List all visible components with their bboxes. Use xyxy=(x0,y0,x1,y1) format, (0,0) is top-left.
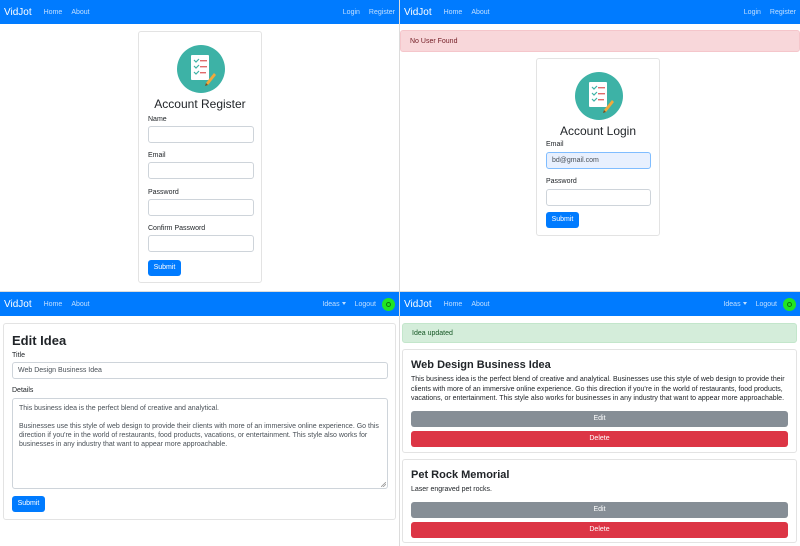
brand[interactable]: VidJot xyxy=(404,7,432,18)
user-avatar-icon[interactable] xyxy=(382,297,395,311)
edit-submit-button[interactable]: Submit xyxy=(12,496,45,512)
nav-home-link[interactable]: Home xyxy=(44,301,63,308)
edit-idea-screen: VidJot Home About Ideas Logout Edit Idea… xyxy=(0,292,399,546)
caret-down-icon xyxy=(742,302,747,306)
nav-ideas-dropdown[interactable]: Ideas xyxy=(322,300,346,308)
ideas-list-screen: VidJot Home About Ideas Logout Idea upda… xyxy=(400,292,800,546)
nav-register-link[interactable]: Register xyxy=(770,9,796,16)
nav-about-link[interactable]: About xyxy=(71,301,89,308)
nav-login-link[interactable]: Login xyxy=(744,9,761,16)
login-title: Account Login xyxy=(559,124,637,138)
navbar: VidJot Home About Ideas Logout xyxy=(400,292,800,316)
details-label: Details xyxy=(12,387,34,394)
user-avatar-icon[interactable] xyxy=(783,297,796,311)
brand[interactable]: VidJot xyxy=(4,299,32,310)
nav-logout-link[interactable]: Logout xyxy=(355,301,376,308)
edit-title: Edit Idea xyxy=(12,333,67,348)
register-title: Account Register xyxy=(154,97,246,111)
nav-about-link[interactable]: About xyxy=(71,9,89,16)
password-label: Password xyxy=(148,189,179,196)
email-label: Email xyxy=(546,141,564,148)
brand[interactable]: VidJot xyxy=(404,299,432,310)
error-alert-text: No User Found xyxy=(410,37,458,45)
idea-card: Web Design Business Idea This business i… xyxy=(402,349,797,453)
navbar: VidJot Home About Login Register xyxy=(0,0,399,24)
confirm-password-field[interactable] xyxy=(148,235,254,252)
login-screen: VidJot Home About Login Register No User… xyxy=(400,0,800,292)
nav-about-link[interactable]: About xyxy=(471,301,489,308)
idea-title: Pet Rock Memorial xyxy=(411,469,510,481)
title-field[interactable]: Web Design Business Idea xyxy=(12,362,388,379)
login-card: Account Login Email bd@gmail.com Passwor… xyxy=(536,58,660,236)
register-submit-button[interactable]: Submit xyxy=(148,260,181,276)
edit-idea-card: Edit Idea Title Web Design Business Idea… xyxy=(3,323,396,520)
edit-idea-button[interactable]: Edit xyxy=(411,502,788,518)
nav-home-link[interactable]: Home xyxy=(444,301,463,308)
idea-title: Web Design Business Idea xyxy=(411,359,551,371)
checklist-pencil-icon xyxy=(575,72,623,120)
brand[interactable]: VidJot xyxy=(4,7,32,18)
nav-about-link[interactable]: About xyxy=(471,9,489,16)
register-screen: VidJot Home About Login Register Account… xyxy=(0,0,399,292)
quadrant-divider-vertical xyxy=(399,0,400,546)
success-alert: Idea updated xyxy=(402,323,797,343)
navbar: VidJot Home About Login Register xyxy=(400,0,800,24)
edit-idea-button[interactable]: Edit xyxy=(411,411,788,427)
nav-register-link[interactable]: Register xyxy=(369,9,395,16)
resize-handle-icon[interactable] xyxy=(381,482,386,487)
password-field[interactable] xyxy=(546,189,651,206)
quadrant-divider-horizontal xyxy=(0,291,800,292)
email-label: Email xyxy=(148,152,166,159)
email-field[interactable]: bd@gmail.com xyxy=(546,152,651,169)
nav-ideas-dropdown[interactable]: Ideas xyxy=(723,300,747,308)
checklist-pencil-icon xyxy=(177,45,225,93)
nav-home-link[interactable]: Home xyxy=(44,9,63,16)
caret-down-icon xyxy=(341,302,346,306)
details-paragraph-2: Businesses use this style of web design … xyxy=(19,423,379,448)
password-field[interactable] xyxy=(148,199,254,216)
email-field[interactable] xyxy=(148,162,254,179)
details-textarea[interactable]: This business idea is the perfect blend … xyxy=(12,398,388,489)
idea-card: Pet Rock Memorial Laser engraved pet roc… xyxy=(402,459,797,543)
register-card: Account Register Name Email Password Con… xyxy=(138,31,262,283)
password-label: Password xyxy=(546,178,577,185)
error-alert: No User Found xyxy=(400,30,800,52)
nav-home-link[interactable]: Home xyxy=(444,9,463,16)
name-label: Name xyxy=(148,116,167,123)
idea-details: Laser engraved pet rocks. xyxy=(411,486,492,493)
nav-logout-link[interactable]: Logout xyxy=(756,301,777,308)
title-label: Title xyxy=(12,352,25,359)
success-alert-text: Idea updated xyxy=(412,329,453,337)
idea-details: This business idea is the perfect blend … xyxy=(411,376,785,402)
delete-idea-button[interactable]: Delete xyxy=(411,431,788,447)
navbar: VidJot Home About Ideas Logout xyxy=(0,292,399,316)
nav-ideas-label: Ideas xyxy=(322,300,340,308)
nav-login-link[interactable]: Login xyxy=(343,9,360,16)
nav-ideas-label: Ideas xyxy=(723,300,741,308)
details-paragraph-1: This business idea is the perfect blend … xyxy=(19,405,220,412)
delete-idea-button[interactable]: Delete xyxy=(411,522,788,538)
name-field[interactable] xyxy=(148,126,254,143)
confirm-password-label: Confirm Password xyxy=(148,225,206,232)
login-submit-button[interactable]: Submit xyxy=(546,212,579,228)
